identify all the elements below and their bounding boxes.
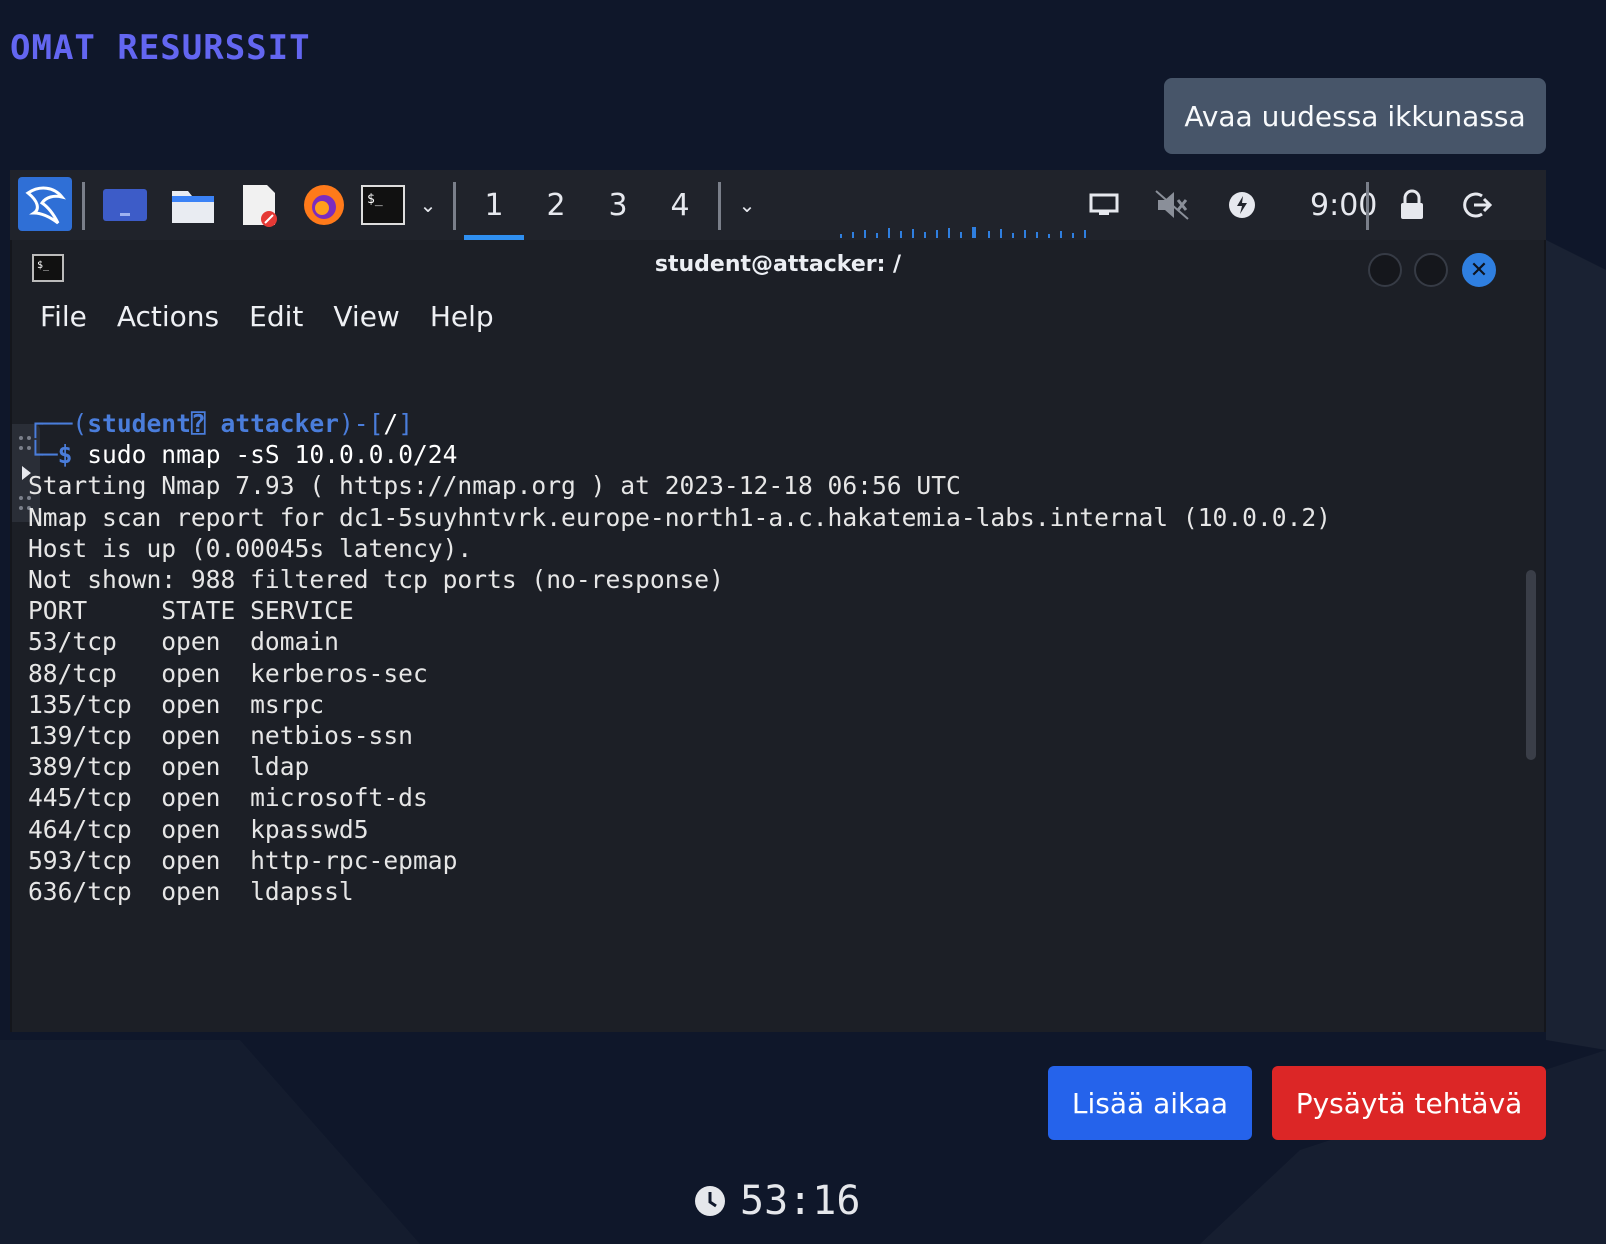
port-port: 389/tcp xyxy=(28,752,132,782)
port-service: domain xyxy=(250,627,339,657)
port-state: open xyxy=(161,658,221,688)
network-icon[interactable] xyxy=(1084,170,1124,240)
port-state: open xyxy=(161,877,221,907)
prompt-glyph: ⍰ xyxy=(190,409,206,438)
terminal-output[interactable]: ┌──(student⍰ attacker)-[/] └─$ sudo nmap … xyxy=(28,408,1504,907)
port-service: ldapssl xyxy=(250,877,354,907)
port-port: 53/tcp xyxy=(28,627,117,657)
close-icon: ✕ xyxy=(1469,257,1489,283)
workspace-2[interactable]: 2 xyxy=(526,170,586,240)
port-port: 464/tcp xyxy=(28,814,132,844)
prompt-line-2: └─$ sudo nmap -sS 10.0.0.0/24 xyxy=(28,440,458,470)
remote-desktop[interactable]: $_ ⌄ 1 2 3 4 ⌄ 9:00 $_ student@attacker:… xyxy=(10,170,1546,1032)
prompt-path: / xyxy=(383,409,399,438)
port-state: open xyxy=(161,783,221,813)
muted-speaker-icon[interactable] xyxy=(1150,170,1194,240)
command: sudo nmap -sS 10.0.0.0/24 xyxy=(87,440,458,470)
port-port: 139/tcp xyxy=(28,721,132,751)
svg-text:$_: $_ xyxy=(367,192,383,207)
chevron-down-icon[interactable]: ⌄ xyxy=(414,170,442,240)
taskbar-panel: $_ ⌄ 1 2 3 4 ⌄ 9:00 xyxy=(10,170,1546,240)
panel-separator xyxy=(453,182,456,230)
port-row: 445/tcp open microsoft-ds xyxy=(28,782,1504,813)
port-service: msrpc xyxy=(250,689,325,719)
lock-icon[interactable] xyxy=(1392,170,1432,240)
text-editor-icon[interactable] xyxy=(234,170,284,240)
output-line: Host is up (0.00045s latency). xyxy=(28,533,473,563)
port-state: open xyxy=(161,627,221,657)
menu-actions[interactable]: Actions xyxy=(117,300,219,340)
file-manager-icon[interactable] xyxy=(168,170,218,240)
port-service: ldap xyxy=(250,752,310,782)
timer: 53:16 xyxy=(694,1178,860,1224)
port-row: 389/tcp open ldap xyxy=(28,751,1504,782)
port-state: open xyxy=(161,814,221,844)
clock-icon xyxy=(695,1186,725,1216)
open-new-window-button[interactable]: Avaa uudessa ikkunassa xyxy=(1164,78,1546,154)
prompt-host: attacker xyxy=(220,409,339,438)
add-time-button[interactable]: Lisää aikaa xyxy=(1048,1066,1252,1140)
prompt-line-1: ┌──(student⍰ attacker)-[/] xyxy=(28,409,414,438)
panel-separator xyxy=(718,182,721,230)
port-state: open xyxy=(161,845,221,875)
port-service: kpasswd5 xyxy=(250,814,369,844)
col-state: STATE xyxy=(161,596,236,626)
port-row: 135/tcp open msrpc xyxy=(28,689,1504,720)
col-port: PORT xyxy=(28,596,88,626)
terminal-menubar: File Actions Edit View Help xyxy=(40,300,494,340)
desktop-icon[interactable] xyxy=(100,170,150,240)
port-row: 139/tcp open netbios-ssn xyxy=(28,720,1504,751)
port-state: open xyxy=(161,689,221,719)
port-row: 88/tcp open kerberos-sec xyxy=(28,658,1504,689)
stop-task-button[interactable]: Pysäytä tehtävä xyxy=(1272,1066,1546,1140)
menu-edit[interactable]: Edit xyxy=(249,300,303,340)
port-service: http-rpc-epmap xyxy=(250,845,458,875)
power-icon[interactable] xyxy=(1222,170,1262,240)
logout-icon[interactable] xyxy=(1456,170,1496,240)
port-state: open xyxy=(161,752,221,782)
col-service: SERVICE xyxy=(250,596,354,626)
menu-file[interactable]: File xyxy=(40,300,87,340)
timer-value: 53:16 xyxy=(740,1178,861,1224)
port-table-header: PORT STATE SERVICE xyxy=(28,595,1504,626)
panel-separator xyxy=(82,182,85,230)
kali-menu-icon[interactable] xyxy=(18,177,72,231)
terminal-window[interactable]: $_ student@attacker: / ✕ File Actions Ed… xyxy=(12,240,1544,1032)
prompt-user: student xyxy=(87,409,191,438)
minimize-button[interactable] xyxy=(1368,253,1402,287)
port-port: 135/tcp xyxy=(28,689,132,719)
workspace-3[interactable]: 3 xyxy=(588,170,648,240)
port-port: 88/tcp xyxy=(28,658,117,688)
maximize-button[interactable] xyxy=(1414,253,1448,287)
port-port: 593/tcp xyxy=(28,845,132,875)
menu-view[interactable]: View xyxy=(333,300,399,340)
port-port: 636/tcp xyxy=(28,877,132,907)
port-state: open xyxy=(161,721,221,751)
panel-separator xyxy=(1366,182,1369,230)
firefox-icon[interactable] xyxy=(298,170,350,240)
page-title: OMAT RESURSSIT xyxy=(10,28,311,68)
output-line: Not shown: 988 filtered tcp ports (no-re… xyxy=(28,565,724,595)
port-row: 593/tcp open http-rpc-epmap xyxy=(28,845,1504,876)
port-service: kerberos-sec xyxy=(250,658,428,688)
port-row: 53/tcp open domain xyxy=(28,626,1504,657)
output-line: Starting Nmap 7.93 ( https://nmap.org ) … xyxy=(28,471,961,501)
port-row: 636/tcp open ldapssl xyxy=(28,876,1504,907)
port-rows: 53/tcp open domain 88/tcp open kerberos-sec 13… xyxy=(28,626,1504,907)
port-port: 445/tcp xyxy=(28,783,132,813)
chevron-down-icon[interactable]: ⌄ xyxy=(732,170,762,240)
output-line: Nmap scan report for dc1-5suyhntvrk.euro… xyxy=(28,502,1331,532)
workspace-1[interactable]: 1 xyxy=(464,170,524,240)
terminal-title: student@attacker: / xyxy=(654,252,902,277)
workspace-4[interactable]: 4 xyxy=(650,170,710,240)
port-row: 464/tcp open kpasswd5 xyxy=(28,814,1504,845)
close-button[interactable]: ✕ xyxy=(1462,253,1496,287)
port-service: netbios-ssn xyxy=(250,721,413,751)
network-activity-graph xyxy=(840,227,1086,238)
terminal-titlebar[interactable]: $_ student@attacker: / ✕ xyxy=(12,240,1544,304)
menu-help[interactable]: Help xyxy=(430,300,494,340)
terminal-icon[interactable]: $_ xyxy=(360,170,406,240)
terminal-scrollbar[interactable] xyxy=(1526,570,1536,760)
port-service: microsoft-ds xyxy=(250,783,428,813)
